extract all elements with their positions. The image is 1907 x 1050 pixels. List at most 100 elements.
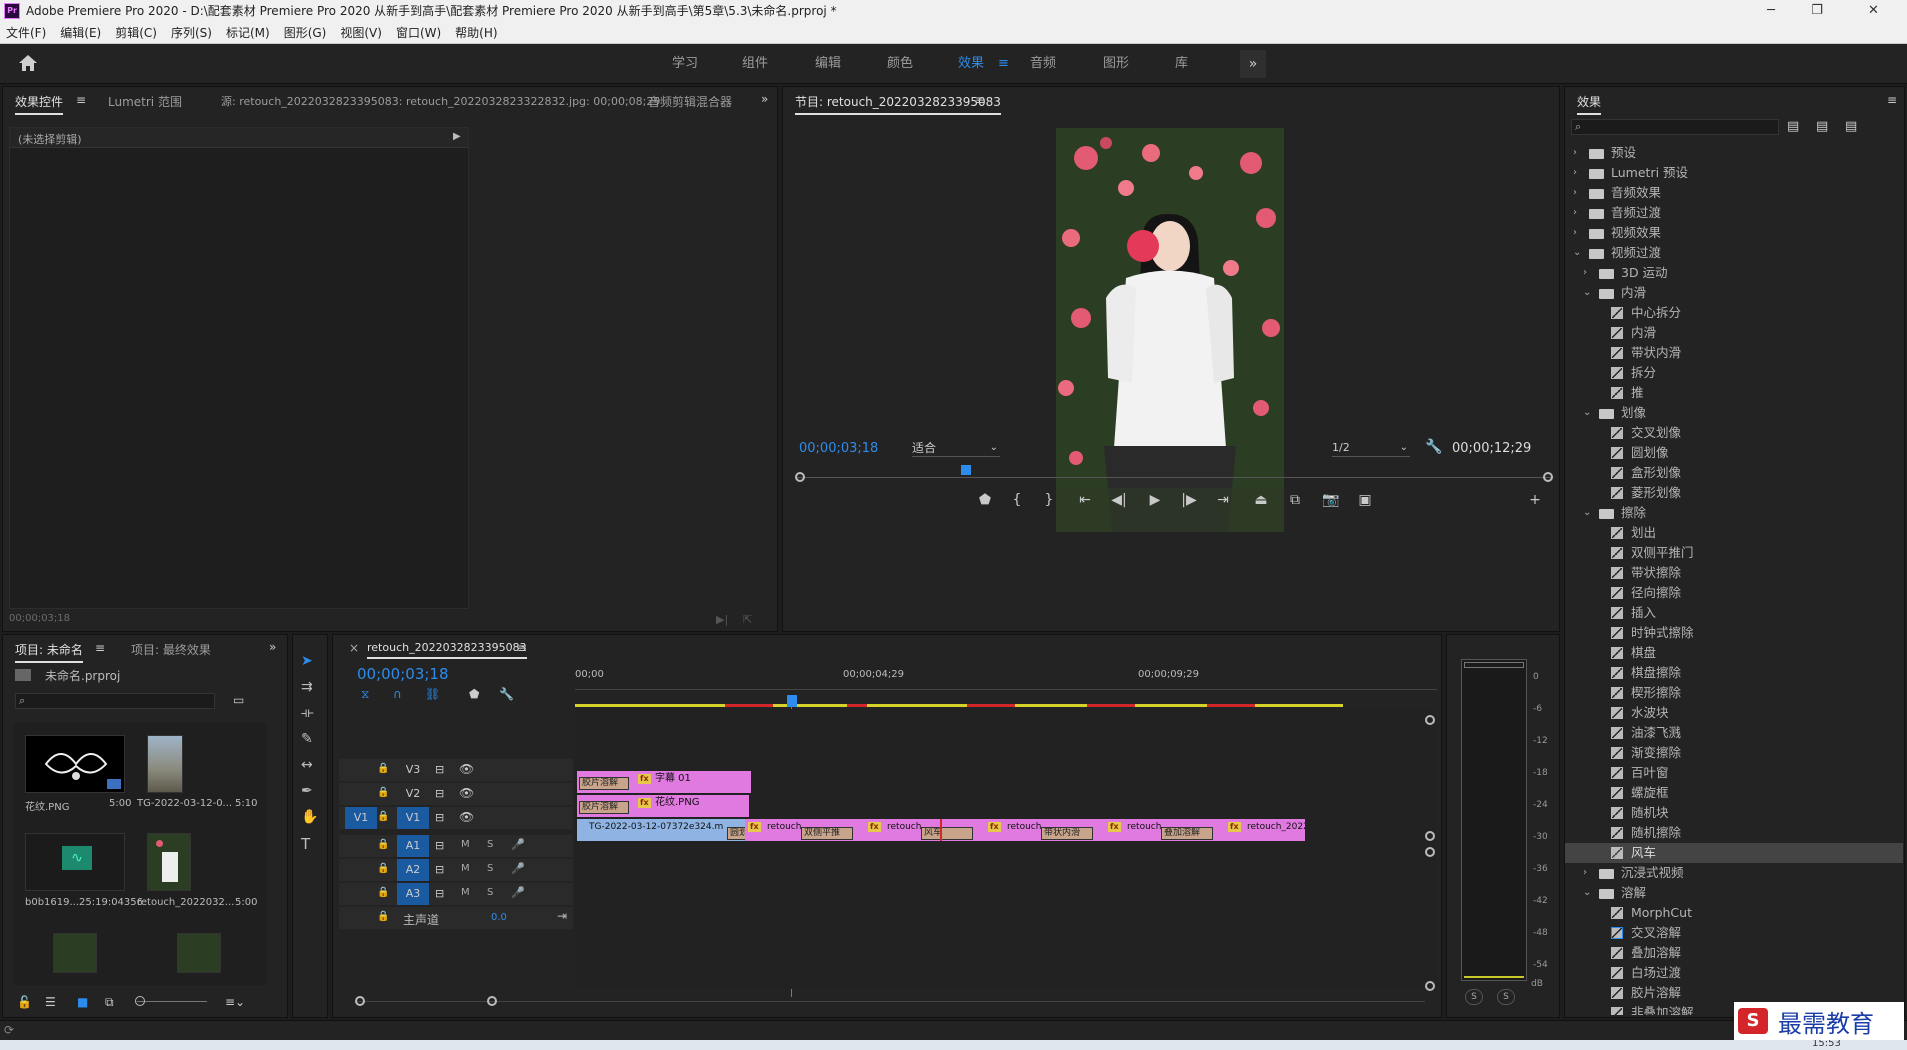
project-thumb-photo[interactable] bbox=[53, 933, 97, 973]
mark-out-icon[interactable]: } bbox=[1039, 492, 1059, 508]
sync-lock-icon[interactable]: ⊟ bbox=[435, 863, 444, 876]
transition-v1[interactable]: 带状内滑 bbox=[1041, 827, 1093, 840]
menu-marker[interactable]: 标记(M) bbox=[226, 24, 270, 41]
zoom-start-handle[interactable] bbox=[795, 472, 805, 482]
track-lock-icon[interactable]: 🔒 bbox=[377, 787, 389, 798]
effect-item[interactable]: 菱形划像 bbox=[1565, 483, 1903, 503]
effects-folder[interactable]: › 预设 bbox=[1565, 143, 1903, 163]
effects-folder[interactable]: ⌄ 内滑 bbox=[1565, 283, 1903, 303]
chevron-right-icon[interactable]: › bbox=[1573, 183, 1577, 203]
program-scrub-bar[interactable] bbox=[795, 465, 1553, 485]
snap-icon[interactable]: ∩ bbox=[393, 687, 402, 701]
add-marker-timeline-icon[interactable]: ⬟ bbox=[469, 687, 479, 701]
timeline-timecode[interactable]: 00;00;03;18 bbox=[357, 665, 449, 683]
effect-item[interactable]: 胶片溶解 bbox=[1565, 983, 1903, 1003]
effect-item[interactable]: 圆划像 bbox=[1565, 443, 1903, 463]
mute-button[interactable]: M bbox=[461, 863, 470, 874]
go-to-in-icon[interactable]: ⇤ bbox=[1075, 492, 1095, 508]
wrench-icon[interactable]: 🔧 bbox=[1425, 439, 1442, 455]
audio-vscroll-top-handle[interactable] bbox=[1425, 847, 1435, 857]
workspace-tab-learn[interactable]: 学习 bbox=[672, 44, 698, 84]
32bit-effects-icon[interactable]: ▤ bbox=[1816, 119, 1828, 134]
resolution-dropdown[interactable]: 1/2 ⌄ bbox=[1332, 439, 1410, 457]
tab-audio-clip-mixer[interactable]: 音频剪辑混合器 bbox=[648, 93, 732, 110]
transition-v1[interactable]: 双侧平推 bbox=[801, 827, 853, 840]
sync-lock-icon[interactable]: ⊟ bbox=[435, 763, 444, 776]
tab-lumetri-scopes[interactable]: Lumetri 范围 bbox=[108, 93, 182, 110]
hscroll-end-handle[interactable] bbox=[487, 996, 497, 1006]
add-marker-icon[interactable]: ⬟ bbox=[975, 492, 995, 508]
track-lock-icon[interactable]: 🔒 bbox=[377, 887, 389, 898]
workspace-tab-audio[interactable]: 音频 bbox=[1030, 44, 1056, 84]
track-label-a1[interactable]: A1 bbox=[397, 835, 429, 857]
tab-source-monitor[interactable]: 源: retouch_2022032823395083: retouch_202… bbox=[221, 93, 660, 109]
effect-item[interactable]: 内滑 bbox=[1565, 323, 1903, 343]
effect-item[interactable]: 盒形划像 bbox=[1565, 463, 1903, 483]
effect-item[interactable]: MorphCut bbox=[1565, 903, 1903, 923]
transition-v3[interactable]: 胶片溶解 bbox=[579, 777, 629, 790]
effect-item[interactable]: 随机擦除 bbox=[1565, 823, 1903, 843]
workspace-tab-graphics[interactable]: 图形 bbox=[1103, 44, 1129, 84]
razor-tool-icon[interactable]: ✎ bbox=[301, 731, 313, 747]
clip-v1-retouch[interactable]: fx retouch_20220 bbox=[1225, 819, 1305, 841]
effect-item[interactable]: 风车 bbox=[1565, 843, 1903, 863]
lock-icon[interactable]: 🔓 bbox=[17, 995, 32, 1009]
project-overflow-icon[interactable]: » bbox=[269, 640, 276, 654]
filter-icon[interactable]: ▶| bbox=[716, 613, 728, 626]
step-forward-icon[interactable]: |▶ bbox=[1179, 492, 1199, 508]
track-lock-icon[interactable]: 🔒 bbox=[377, 763, 389, 774]
timeline-menu-icon[interactable]: ≡ bbox=[517, 641, 527, 655]
track-label-a3[interactable]: A3 bbox=[397, 883, 429, 905]
chevron-right-icon[interactable]: › bbox=[1573, 223, 1577, 243]
export-icon[interactable]: ⇱ bbox=[743, 613, 752, 626]
zoom-slider[interactable] bbox=[137, 1001, 207, 1002]
mic-icon[interactable]: 🎤 bbox=[511, 838, 525, 851]
menu-file[interactable]: 文件(F) bbox=[6, 24, 46, 41]
hscroll-start-handle[interactable] bbox=[355, 996, 365, 1006]
track-label-v2[interactable]: V2 bbox=[397, 783, 429, 805]
effects-folder[interactable]: › Lumetri 预设 bbox=[1565, 163, 1903, 183]
effects-folder[interactable]: › 沉浸式视频 bbox=[1565, 863, 1903, 883]
minimize-icon[interactable]: ─ bbox=[1748, 0, 1794, 22]
chevron-right-icon[interactable]: › bbox=[1583, 263, 1587, 283]
lift-icon[interactable]: ⏏ bbox=[1251, 492, 1271, 508]
effects-folder[interactable]: › 音频过渡 bbox=[1565, 203, 1903, 223]
program-playhead[interactable] bbox=[961, 465, 971, 475]
clip-v1-retouch[interactable]: fx retouch_ 叠加溶解 bbox=[1105, 819, 1225, 841]
workspace-tab-color[interactable]: 颜色 bbox=[887, 44, 913, 84]
menu-view[interactable]: 视图(V) bbox=[340, 24, 382, 41]
export-frame-icon[interactable]: 📷 bbox=[1321, 492, 1341, 508]
chevron-down-icon[interactable]: ⌄ bbox=[1583, 403, 1591, 423]
selection-tool-icon[interactable]: ➤ bbox=[301, 653, 313, 669]
fit-dropdown[interactable]: 适合 ⌄ bbox=[912, 439, 1000, 457]
effect-item[interactable]: 交叉划像 bbox=[1565, 423, 1903, 443]
effect-item[interactable]: 插入 bbox=[1565, 603, 1903, 623]
project-search-input[interactable]: ⌕ bbox=[15, 693, 215, 709]
clip-v1-video[interactable]: TG-2022-03-12-07372e324.m 圆划像 bbox=[577, 819, 745, 841]
solo-left-button[interactable]: S bbox=[1465, 989, 1483, 1005]
menu-sequence[interactable]: 序列(S) bbox=[171, 24, 212, 41]
home-icon[interactable] bbox=[18, 54, 38, 72]
effect-item[interactable]: 双侧平推门 bbox=[1565, 543, 1903, 563]
audio-vscroll-bottom-handle[interactable] bbox=[1425, 981, 1435, 991]
timeline-settings-icon[interactable]: 🔧 bbox=[499, 687, 514, 701]
timeline-title[interactable]: retouch_2022032823395083 bbox=[367, 641, 527, 659]
transition-v2[interactable]: 胶片溶解 bbox=[579, 801, 629, 814]
new-bin-icon[interactable]: ▭ bbox=[233, 693, 244, 707]
effect-item[interactable]: 拆分 bbox=[1565, 363, 1903, 383]
program-playhead-timecode[interactable]: 00;00;03;18 bbox=[799, 441, 878, 456]
effects-folder[interactable]: › 3D 运动 bbox=[1565, 263, 1903, 283]
pen-tool-icon[interactable]: ✒ bbox=[301, 783, 313, 799]
track-label-v1[interactable]: V1 bbox=[397, 807, 429, 829]
sync-lock-icon[interactable]: ⊟ bbox=[435, 787, 444, 800]
track-lock-icon[interactable]: 🔒 bbox=[377, 863, 389, 874]
effect-item[interactable]: 径向擦除 bbox=[1565, 583, 1903, 603]
comparison-view-icon[interactable]: ▣ bbox=[1355, 492, 1375, 508]
time-ruler[interactable]: 00;00 00;00;04;29 00;00;09;29 bbox=[575, 669, 1437, 707]
effects-folder[interactable]: › 视频效果 bbox=[1565, 223, 1903, 243]
close-icon[interactable]: ✕ bbox=[1840, 0, 1907, 22]
mark-in-icon[interactable]: { bbox=[1007, 492, 1027, 508]
list-view-icon[interactable]: ☰ bbox=[45, 995, 56, 1009]
chevron-right-icon[interactable]: › bbox=[1573, 203, 1577, 223]
zoom-end-handle[interactable] bbox=[1543, 472, 1553, 482]
